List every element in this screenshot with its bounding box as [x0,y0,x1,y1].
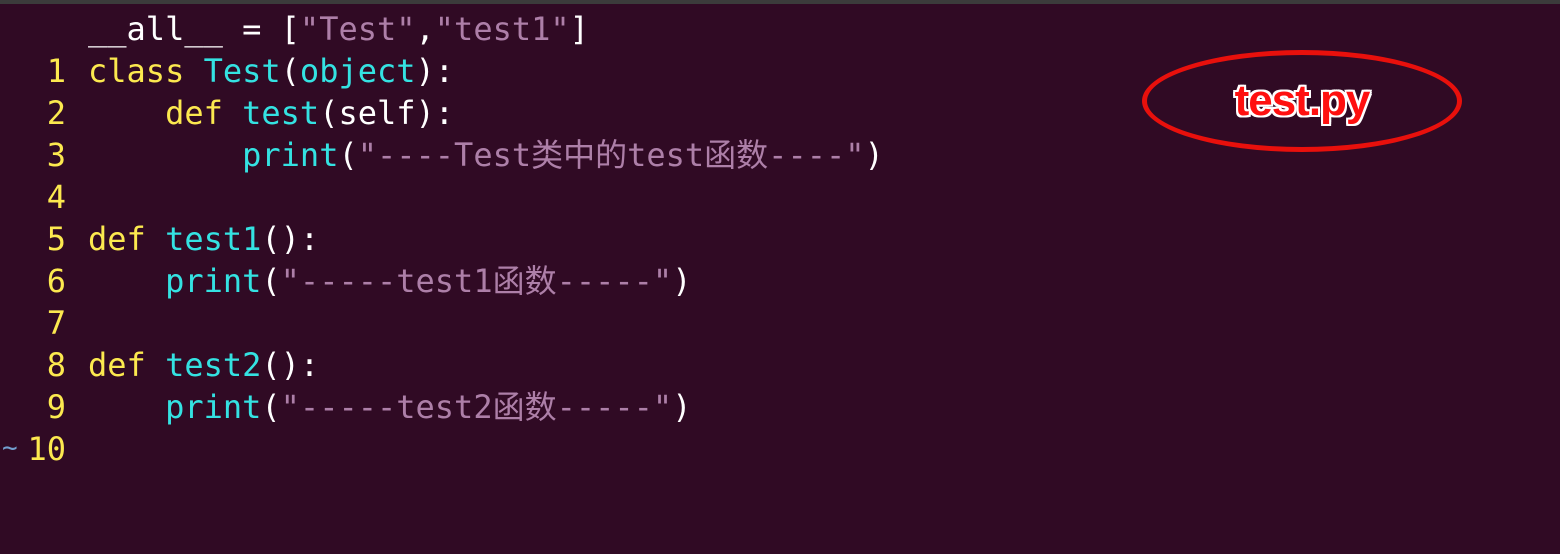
filename-annotation-ellipse: test.py [1142,50,1462,152]
code-line[interactable]: 9 def test2(): [0,344,1560,426]
code-text[interactable]: __all__ = ["Test","test1"] [88,8,589,50]
code-line[interactable]: 1 __all__ = ["Test","test1"] [0,8,1560,90]
code-line[interactable]: 5 [0,176,1560,258]
window-top-border [0,0,1560,4]
code-text[interactable]: print("----Test类中的test函数----") [88,134,884,176]
code-text[interactable]: print("-----test1函数-----") [88,260,691,302]
code-text[interactable]: class Test(object): [88,50,454,92]
code-text[interactable]: def test(self): [88,92,454,134]
code-text[interactable]: def test1(): [88,218,319,260]
code-line[interactable]: 10 print("-----test2函数-----") [0,386,1560,468]
code-text[interactable]: def test2(): [88,344,319,386]
code-line[interactable]: 7 print("-----test1函数-----") [0,260,1560,342]
filename-annotation-label: test.py [1234,76,1371,125]
code-text[interactable]: print("-----test2函数-----") [88,386,691,428]
empty-buffer-tilde: ~ [2,433,18,463]
code-line[interactable]: 6 def test1(): [0,218,1560,300]
code-line[interactable]: 8 [0,302,1560,384]
